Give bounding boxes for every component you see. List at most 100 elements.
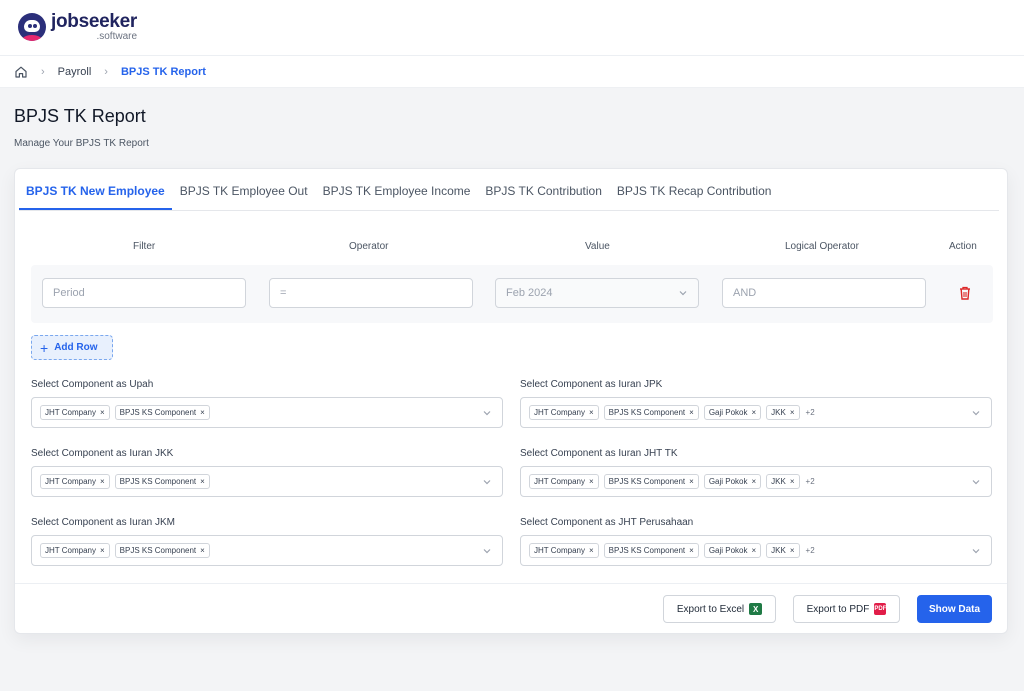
chip-label: JKK xyxy=(771,408,786,417)
chip-label: JHT Company xyxy=(534,408,585,417)
show-data-button[interactable]: Show Data xyxy=(917,595,992,623)
page-title: BPJS TK Report xyxy=(14,106,146,126)
chip: JKK × xyxy=(766,405,800,420)
remove-chip-icon[interactable]: × xyxy=(689,408,694,417)
remove-chip-icon[interactable]: × xyxy=(689,546,694,555)
export-excel-button[interactable]: Export to Excel X xyxy=(663,595,776,623)
export-pdf-button[interactable]: Export to PDF PDF xyxy=(793,595,900,623)
chip-label: BPJS KS Component xyxy=(608,408,686,417)
chip: JHT Company × xyxy=(40,543,110,558)
more-count: +2 xyxy=(805,477,815,486)
export-excel-label: Export to Excel xyxy=(676,603,745,615)
filter-input[interactable]: Period xyxy=(42,278,246,308)
chip: Gaji Pokok × xyxy=(703,474,762,489)
remove-chip-icon[interactable]: × xyxy=(200,408,205,417)
chip-label: JHT Company xyxy=(534,546,585,555)
tab-employee-out[interactable]: BPJS TK Employee Out xyxy=(173,184,315,210)
select-jht-tk[interactable]: JHT Company × BPJS KS Component × Gaji Pok… xyxy=(520,466,992,497)
remove-chip-icon[interactable]: × xyxy=(752,546,757,555)
header-value: Value xyxy=(585,241,610,252)
chevron-down-icon xyxy=(483,480,491,485)
remove-chip-icon[interactable]: × xyxy=(100,546,105,555)
remove-chip-icon[interactable]: × xyxy=(200,477,205,486)
chip: JHT Company × xyxy=(40,474,110,489)
chip: BPJS KS Component × xyxy=(114,405,210,420)
chip: JHT Company × xyxy=(529,543,599,558)
remove-chip-icon[interactable]: × xyxy=(100,408,105,417)
tab-bar: BPJS TK New Employee BPJS TK Employee Ou… xyxy=(19,169,999,211)
value-select-text: Feb 2024 xyxy=(506,287,553,299)
chip: BPJS KS Component × xyxy=(603,474,699,489)
label-jpk: Select Component as Iuran JPK xyxy=(520,379,663,390)
chip-label: JHT Company xyxy=(45,546,96,555)
chip: Gaji Pokok × xyxy=(703,405,762,420)
chip: JKK × xyxy=(766,543,800,558)
select-jkk[interactable]: JHT Company × BPJS KS Component × xyxy=(31,466,503,497)
select-jkm[interactable]: JHT Company × BPJS KS Component × xyxy=(31,535,503,566)
filter-row: Period = Feb 2024 AND xyxy=(31,265,993,323)
remove-chip-icon[interactable]: × xyxy=(752,477,757,486)
logical-operator-input[interactable]: AND xyxy=(722,278,926,308)
remove-chip-icon[interactable]: × xyxy=(790,477,795,486)
more-count: +2 xyxy=(805,546,815,555)
remove-chip-icon[interactable]: × xyxy=(752,408,757,417)
chip-label: Gaji Pokok xyxy=(708,477,748,486)
add-row-label: Add Row xyxy=(54,342,98,353)
chevron-down-icon xyxy=(972,480,980,485)
breadcrumb-item-payroll[interactable]: Payroll xyxy=(58,66,92,78)
home-icon[interactable] xyxy=(14,65,28,79)
chevron-down-icon xyxy=(483,549,491,554)
header-operator: Operator xyxy=(349,241,389,252)
chip: JKK × xyxy=(766,474,800,489)
main-content: BPJS TK Report Manage Your BPJS TK Repor… xyxy=(0,88,1024,691)
breadcrumb: › Payroll › BPJS TK Report xyxy=(0,56,1024,88)
remove-chip-icon[interactable]: × xyxy=(790,408,795,417)
chip: BPJS KS Component × xyxy=(114,543,210,558)
chip-label: JHT Company xyxy=(45,408,96,417)
remove-chip-icon[interactable]: × xyxy=(200,546,205,555)
operator-input[interactable]: = xyxy=(269,278,473,308)
tab-contribution[interactable]: BPJS TK Contribution xyxy=(478,184,609,210)
tab-recap-contribution[interactable]: BPJS TK Recap Contribution xyxy=(610,184,779,210)
header-action: Action xyxy=(949,241,977,252)
brand-logo[interactable]: jobseeker .software xyxy=(18,12,137,42)
chip-label: JKK xyxy=(771,477,786,486)
remove-chip-icon[interactable]: × xyxy=(589,546,594,555)
remove-chip-icon[interactable]: × xyxy=(689,477,694,486)
add-row-button[interactable]: + Add Row xyxy=(31,335,113,360)
chip: BPJS KS Component × xyxy=(603,405,699,420)
select-jht-perusahaan[interactable]: JHT Company × BPJS KS Component × Gaji Pok… xyxy=(520,535,992,566)
label-jkk: Select Component as Iuran JKK xyxy=(31,448,174,459)
chip: Gaji Pokok × xyxy=(703,543,762,558)
trash-icon[interactable] xyxy=(958,285,972,301)
chip: BPJS KS Component × xyxy=(603,543,699,558)
chip: BPJS KS Component × xyxy=(114,474,210,489)
remove-chip-icon[interactable]: × xyxy=(790,546,795,555)
remove-chip-icon[interactable]: × xyxy=(589,477,594,486)
chip-label: BPJS KS Component xyxy=(608,477,686,486)
report-card: BPJS TK New Employee BPJS TK Employee Ou… xyxy=(14,168,1008,634)
remove-chip-icon[interactable]: × xyxy=(100,477,105,486)
logo-mark-icon xyxy=(18,13,46,41)
footer-divider xyxy=(15,583,1007,584)
brand-name: jobseeker xyxy=(51,11,138,32)
remove-chip-icon[interactable]: × xyxy=(589,408,594,417)
plus-icon: + xyxy=(40,339,49,356)
header-logical-operator: Logical Operator xyxy=(785,241,859,252)
breadcrumb-separator: › xyxy=(104,65,108,78)
chip-label: JKK xyxy=(771,546,786,555)
chip-label: Gaji Pokok xyxy=(708,408,748,417)
chip: JHT Company × xyxy=(529,405,599,420)
excel-icon: X xyxy=(749,603,763,615)
select-upah[interactable]: JHT Company × BPJS KS Component × xyxy=(31,397,503,428)
value-select[interactable]: Feb 2024 xyxy=(495,278,699,308)
chip-label: BPJS KS Component xyxy=(119,546,197,555)
top-bar: jobseeker .software xyxy=(0,0,1024,56)
chevron-down-icon xyxy=(483,411,491,416)
tab-employee-income[interactable]: BPJS TK Employee Income xyxy=(316,184,478,210)
chip-label: Gaji Pokok xyxy=(708,546,748,555)
select-jpk[interactable]: JHT Company × BPJS KS Component × Gaji Pok… xyxy=(520,397,992,428)
tab-new-employee[interactable]: BPJS TK New Employee xyxy=(19,184,172,210)
brand-sub: .software xyxy=(96,31,138,42)
breadcrumb-item-current: BPJS TK Report xyxy=(120,65,206,78)
